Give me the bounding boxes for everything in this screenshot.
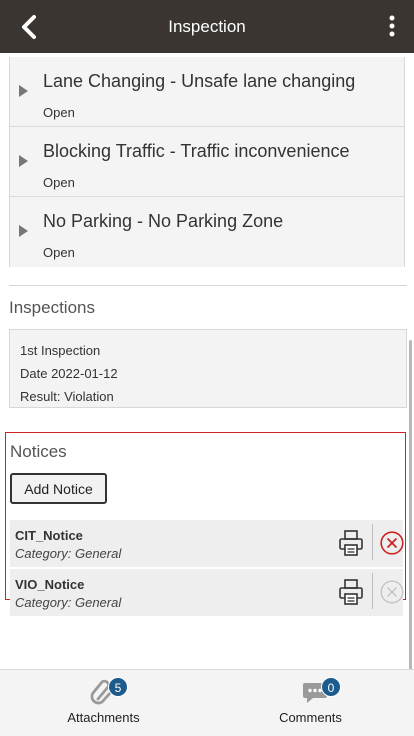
inspection-date: Date 2022-01-12 — [20, 366, 118, 381]
tab-label: Comments — [279, 710, 342, 725]
violation-status: Open — [43, 245, 75, 260]
violation-title: No Parking - No Parking Zone — [43, 211, 284, 231]
violation-item[interactable]: Blocking Traffic - Traffic inconvenience… — [10, 127, 404, 197]
section-divider — [9, 285, 407, 286]
inspection-card[interactable]: 1st Inspection Date 2022-01-12 Result: V… — [9, 329, 407, 408]
inspections-heading: Inspections — [9, 298, 95, 317]
printer-icon[interactable] — [339, 530, 363, 556]
app-header: Inspection — [0, 0, 414, 53]
more-vertical-icon — [389, 15, 395, 37]
chevron-right-icon — [19, 155, 28, 167]
bottom-tab-bar: 5 Attachments 0 Comments — [0, 669, 414, 736]
violations-list: Lane Changing - Unsafe lane changing Ope… — [9, 57, 405, 267]
inspection-name: 1st Inspection — [20, 343, 101, 358]
tab-label: Attachments — [67, 710, 140, 725]
notice-row[interactable]: CIT_Notice Category: General — [10, 520, 404, 567]
violation-item[interactable]: No Parking - No Parking Zone Open — [10, 197, 404, 267]
more-menu-button[interactable] — [384, 13, 400, 39]
add-notice-button[interactable]: Add Notice — [10, 473, 107, 504]
inspection-result: Result: Violation — [20, 389, 114, 404]
notices-heading: Notices — [10, 442, 67, 461]
tab-comments[interactable]: 0 Comments — [207, 670, 414, 736]
notice-category: Category: General — [15, 546, 122, 561]
violation-title: Blocking Traffic - Traffic inconvenience — [43, 141, 350, 161]
delete-circle-icon — [380, 580, 404, 604]
violation-status: Open — [43, 175, 75, 190]
action-separator — [372, 524, 373, 560]
printer-icon[interactable] — [339, 579, 363, 605]
notice-row[interactable]: VIO_Notice Category: General — [10, 569, 404, 616]
delete-circle-icon[interactable] — [380, 531, 404, 555]
main-content: Lane Changing - Unsafe lane changing Ope… — [0, 53, 414, 669]
violation-status: Open — [43, 105, 75, 120]
violation-item[interactable]: Lane Changing - Unsafe lane changing Ope… — [10, 57, 404, 127]
attachments-badge: 5 — [108, 677, 128, 697]
notice-name: CIT_Notice — [15, 528, 83, 543]
chevron-right-icon — [19, 85, 28, 97]
notice-category: Category: General — [15, 595, 122, 610]
violation-title: Lane Changing - Unsafe lane changing — [43, 71, 356, 91]
action-separator — [372, 573, 373, 609]
page-title: Inspection — [168, 16, 246, 36]
chevron-left-icon — [22, 15, 36, 39]
comments-badge: 0 — [321, 677, 341, 697]
back-button[interactable] — [14, 12, 44, 42]
notices-section: Notices Add Notice CIT_Notice Category: … — [5, 432, 406, 616]
tab-attachments[interactable]: 5 Attachments — [0, 670, 207, 736]
chevron-right-icon — [19, 225, 28, 237]
scrollbar[interactable] — [409, 340, 412, 669]
notice-name: VIO_Notice — [15, 577, 85, 592]
